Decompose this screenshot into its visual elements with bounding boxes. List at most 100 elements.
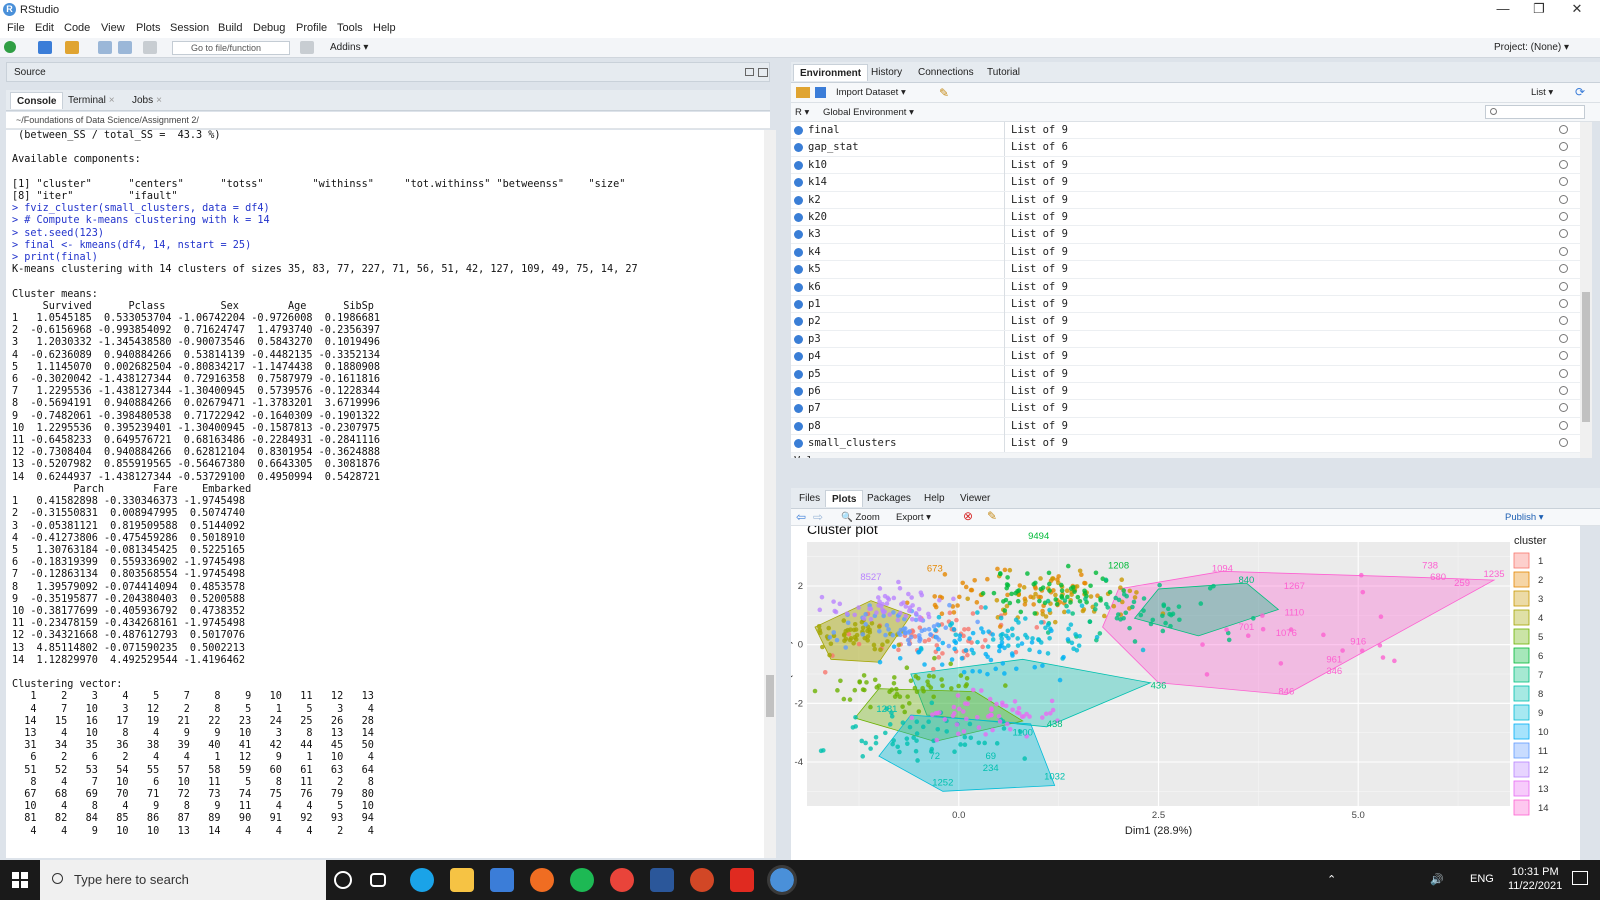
menu-session[interactable]: Session bbox=[170, 22, 209, 34]
list-view-menu[interactable]: List ▾ bbox=[1531, 87, 1553, 98]
goto-file-input[interactable]: Go to file/function bbox=[172, 41, 290, 55]
expand-arrow-icon[interactable] bbox=[794, 213, 803, 222]
minimize-pane-icon[interactable] bbox=[745, 68, 754, 76]
refresh-icon[interactable]: ⟳ bbox=[1575, 85, 1585, 99]
save-all-icon[interactable] bbox=[118, 41, 132, 54]
view-data-icon[interactable] bbox=[1559, 316, 1568, 326]
cortana-icon[interactable] bbox=[334, 871, 352, 889]
env-row[interactable]: p5 List of 9 bbox=[791, 365, 1580, 383]
chrome-icon[interactable] bbox=[610, 868, 634, 892]
new-file-icon[interactable] bbox=[4, 41, 16, 53]
spotify-icon[interactable] bbox=[570, 868, 594, 892]
env-scroll-thumb[interactable] bbox=[1582, 292, 1590, 422]
open-folder-icon[interactable] bbox=[65, 41, 79, 54]
publish-menu[interactable]: Publish ▾ bbox=[1505, 512, 1544, 523]
maximize-pane-icon[interactable] bbox=[758, 68, 768, 77]
env-row[interactable]: p1 List of 9 bbox=[791, 296, 1580, 314]
tab-files[interactable]: Files bbox=[793, 490, 826, 507]
env-search-input[interactable] bbox=[1485, 105, 1585, 119]
forward-arrow-icon[interactable]: ⇨ bbox=[813, 510, 823, 524]
working-directory-path[interactable]: ~/Foundations of Data Science/Assignment… bbox=[16, 115, 199, 125]
menu-edit[interactable]: Edit bbox=[35, 22, 54, 34]
env-row[interactable]: small_clusters List of 9 bbox=[791, 435, 1580, 453]
language-select[interactable]: R ▾ bbox=[795, 107, 809, 118]
rstudio-taskbar-icon[interactable] bbox=[767, 865, 797, 895]
console-output[interactable]: (between_SS / total_SS = 43.3 %) Availab… bbox=[6, 130, 776, 858]
view-data-icon[interactable] bbox=[1559, 159, 1568, 169]
view-data-icon[interactable] bbox=[1559, 177, 1568, 187]
env-row[interactable]: k2 List of 9 bbox=[791, 191, 1580, 209]
expand-arrow-icon[interactable] bbox=[794, 265, 803, 275]
view-data-icon[interactable] bbox=[1559, 351, 1568, 361]
view-data-icon[interactable] bbox=[1559, 246, 1568, 256]
save-workspace-icon[interactable] bbox=[815, 87, 826, 98]
notifications-tray-icon[interactable]: ⌃ bbox=[1327, 873, 1336, 886]
tab-history[interactable]: History bbox=[865, 64, 908, 81]
taskbar-search[interactable]: Type here to search bbox=[40, 860, 326, 900]
view-data-icon[interactable] bbox=[1559, 299, 1568, 308]
env-row[interactable]: p7 List of 9 bbox=[791, 400, 1580, 418]
env-row[interactable]: k5 List of 9 bbox=[791, 261, 1580, 279]
project-menu[interactable]: Project: (None) ▾ bbox=[1494, 42, 1569, 53]
menu-tools[interactable]: Tools bbox=[337, 22, 363, 34]
view-data-icon[interactable] bbox=[1559, 212, 1568, 221]
remove-plot-icon[interactable]: ⊗ bbox=[963, 509, 973, 523]
tab-viewer[interactable]: Viewer bbox=[954, 490, 996, 507]
tab-console[interactable]: Console bbox=[10, 92, 64, 109]
action-center-icon[interactable] bbox=[1572, 871, 1588, 885]
expand-arrow-icon[interactable] bbox=[794, 352, 803, 362]
console-scroll-thumb[interactable] bbox=[766, 675, 774, 717]
acrobat-icon[interactable] bbox=[730, 868, 754, 892]
expand-arrow-icon[interactable] bbox=[794, 317, 803, 327]
grid-layout-icon[interactable] bbox=[300, 41, 314, 54]
view-data-icon[interactable] bbox=[1559, 403, 1568, 413]
view-data-icon[interactable] bbox=[1559, 125, 1568, 134]
tab-jobs[interactable]: Jobs × bbox=[126, 92, 168, 109]
expand-arrow-icon[interactable] bbox=[794, 421, 803, 431]
minimize-button[interactable]: — bbox=[1488, 1, 1518, 16]
expand-arrow-icon[interactable] bbox=[794, 300, 803, 309]
close-tab-icon[interactable]: × bbox=[156, 95, 162, 106]
powerpoint-icon[interactable] bbox=[690, 868, 714, 892]
menu-code[interactable]: Code bbox=[64, 22, 90, 34]
close-tab-icon[interactable]: × bbox=[109, 95, 115, 106]
windows-start-icon[interactable] bbox=[12, 872, 28, 888]
view-data-icon[interactable] bbox=[1559, 229, 1568, 239]
expand-arrow-icon[interactable] bbox=[794, 282, 803, 292]
view-data-icon[interactable] bbox=[1559, 420, 1568, 430]
save-icon[interactable] bbox=[98, 41, 112, 54]
env-row[interactable]: p2 List of 9 bbox=[791, 313, 1580, 331]
broom-icon[interactable]: ✎ bbox=[987, 509, 997, 523]
view-data-icon[interactable] bbox=[1559, 194, 1568, 204]
console-scrollbar[interactable] bbox=[764, 130, 776, 858]
view-data-icon[interactable] bbox=[1559, 438, 1568, 448]
tab-environment[interactable]: Environment bbox=[793, 64, 869, 81]
view-data-icon[interactable] bbox=[1559, 368, 1568, 378]
env-row[interactable]: p8 List of 9 bbox=[791, 417, 1580, 436]
view-data-icon[interactable] bbox=[1559, 142, 1568, 152]
expand-arrow-icon[interactable] bbox=[794, 195, 803, 205]
tab-packages[interactable]: Packages bbox=[861, 490, 917, 507]
store-icon[interactable] bbox=[490, 868, 514, 892]
env-row[interactable]: k3 List of 9 bbox=[791, 226, 1580, 244]
maximize-button[interactable]: ❐ bbox=[1524, 1, 1554, 17]
zoom-button[interactable]: 🔍 Zoom bbox=[841, 512, 880, 523]
env-row[interactable]: final List of 9 bbox=[791, 122, 1580, 140]
menu-view[interactable]: View bbox=[101, 22, 125, 34]
close-button[interactable]: ✕ bbox=[1562, 1, 1592, 17]
expand-arrow-icon[interactable] bbox=[794, 404, 803, 414]
env-row[interactable]: k10 List of 9 bbox=[791, 156, 1580, 175]
load-workspace-icon[interactable] bbox=[796, 87, 810, 98]
file-explorer-icon[interactable] bbox=[450, 868, 474, 892]
env-row[interactable]: k14 List of 9 bbox=[791, 174, 1580, 192]
expand-arrow-icon[interactable] bbox=[794, 247, 803, 257]
back-arrow-icon[interactable]: ⇦ bbox=[796, 510, 806, 524]
volume-icon[interactable]: 🔊 bbox=[1430, 873, 1444, 886]
tab-tutorial[interactable]: Tutorial bbox=[981, 64, 1026, 81]
env-row[interactable]: gap_stat List of 6 bbox=[791, 139, 1580, 157]
menu-debug[interactable]: Debug bbox=[253, 22, 285, 34]
task-view-icon[interactable] bbox=[370, 873, 386, 887]
scope-select[interactable]: Global Environment ▾ bbox=[823, 107, 914, 118]
language-indicator[interactable]: ENG bbox=[1470, 873, 1494, 885]
env-row[interactable]: p6 List of 9 bbox=[791, 383, 1580, 401]
